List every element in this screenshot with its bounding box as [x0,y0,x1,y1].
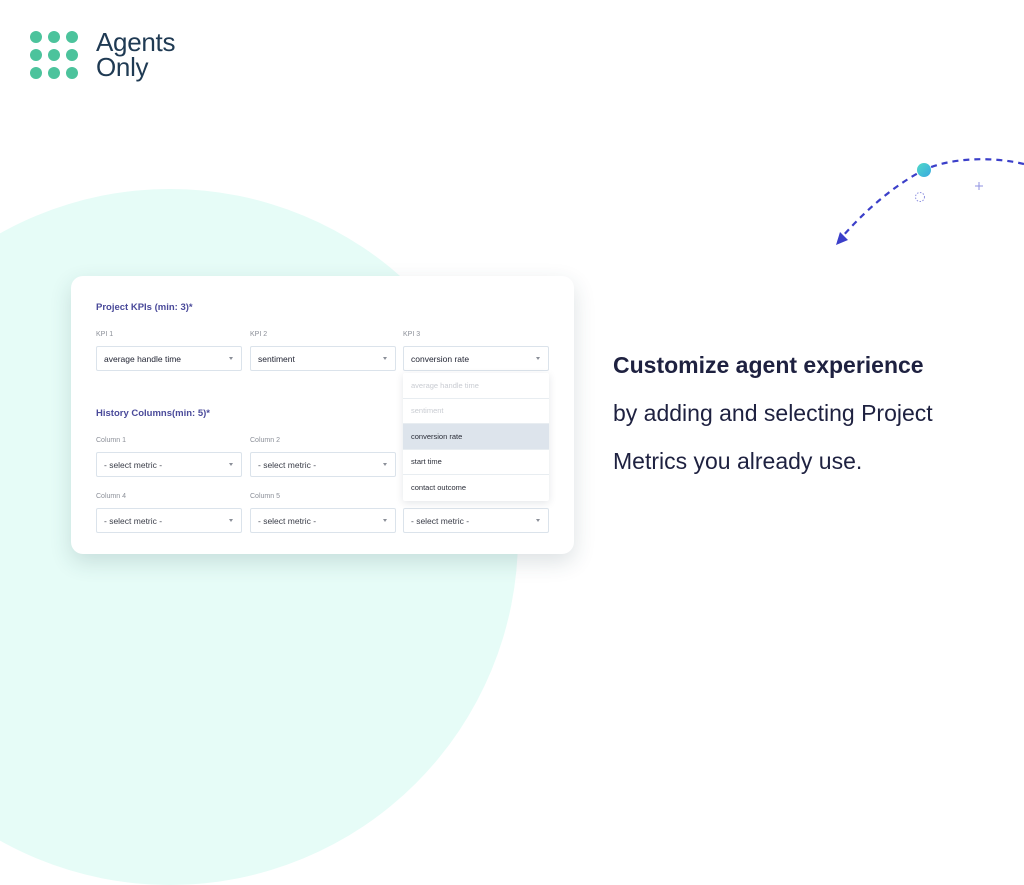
brand-logo: Agents Only [30,29,175,82]
kpi-1-label: KPI 1 [96,331,114,338]
tagline: Customize agent experience by adding and… [613,348,933,492]
column-4-field: Column 4 - select metric - [96,493,242,533]
caret-down-icon [383,519,387,522]
column-2-field: Column 2 - select metric - [250,437,396,477]
caret-down-icon [229,463,233,466]
caret-down-icon [383,463,387,466]
kpi-1-value: average handle time [104,353,182,364]
decorative-dashed-arc [836,158,1024,245]
column-1-label: Column 1 [96,437,126,444]
kpi-3-value: conversion rate [411,353,470,364]
column-5-label: Column 5 [250,493,280,500]
kpi-1-field: KPI 1 average handle time [96,331,242,371]
dropdown-option: average handle time [403,373,549,399]
caret-down-icon [229,519,233,522]
kpi-2-label: KPI 2 [250,331,268,338]
column-6-value: - select metric - [411,515,470,526]
column-4-value: - select metric - [104,515,163,526]
metrics-config-card: Project KPIs (min: 3)* KPI 1 average han… [71,276,574,554]
caret-down-icon [229,357,233,360]
sparkle-icon [975,182,983,190]
kpi-1-select[interactable]: average handle time [96,346,242,371]
caret-down-icon [536,357,540,360]
brand-name-line2: Only [96,52,149,82]
kpi-2-value: sentiment [258,353,295,364]
history-section-title: History Columns(min: 5)* [96,408,211,419]
dropdown-option[interactable]: contact outcome [403,475,549,501]
kpi-2-field: KPI 2 sentiment [250,331,396,371]
kpi-section-title: Project KPIs (min: 3)* [96,302,193,313]
tagline-line-2: Metrics you already use. [613,448,863,474]
tagline-headline: Customize agent experience [613,352,924,378]
column-1-select[interactable]: - select metric - [96,452,242,477]
kpi-3-label: KPI 3 [403,331,421,338]
dropdown-option[interactable]: start time [403,450,549,475]
tagline-line-1: by adding and selecting Project [613,400,933,426]
kpi-2-select[interactable]: sentiment [250,346,396,371]
column-2-label: Column 2 [250,437,280,444]
caret-down-icon [536,519,540,522]
kpi-3-select[interactable]: conversion rate [403,346,549,371]
column-4-select[interactable]: - select metric - [96,508,242,533]
kpi-3-field: KPI 3 conversion rate [403,331,549,371]
dashed-arc-path [841,158,1024,238]
dotted-circle-icon [915,192,925,202]
dropdown-option: sentiment [403,399,549,424]
arrowhead-icon [836,232,848,245]
caret-down-icon [383,357,387,360]
column-2-value: - select metric - [258,459,317,470]
brand-name: Agents Only [96,29,175,82]
column-2-select[interactable]: - select metric - [250,452,396,477]
dropdown-option-selected[interactable]: conversion rate [403,424,549,450]
column-1-value: - select metric - [104,459,163,470]
column-1-field: Column 1 - select metric - [96,437,242,477]
column-5-value: - select metric - [258,515,317,526]
column-5-field: Column 5 - select metric - [250,493,396,533]
column-6-select[interactable]: - select metric - [403,508,549,533]
kpi-3-dropdown-menu: average handle time sentiment conversion… [403,373,549,501]
column-5-select[interactable]: - select metric - [250,508,396,533]
gradient-dot [917,163,931,177]
column-4-label: Column 4 [96,493,126,500]
logo-dots-icon [30,31,78,79]
